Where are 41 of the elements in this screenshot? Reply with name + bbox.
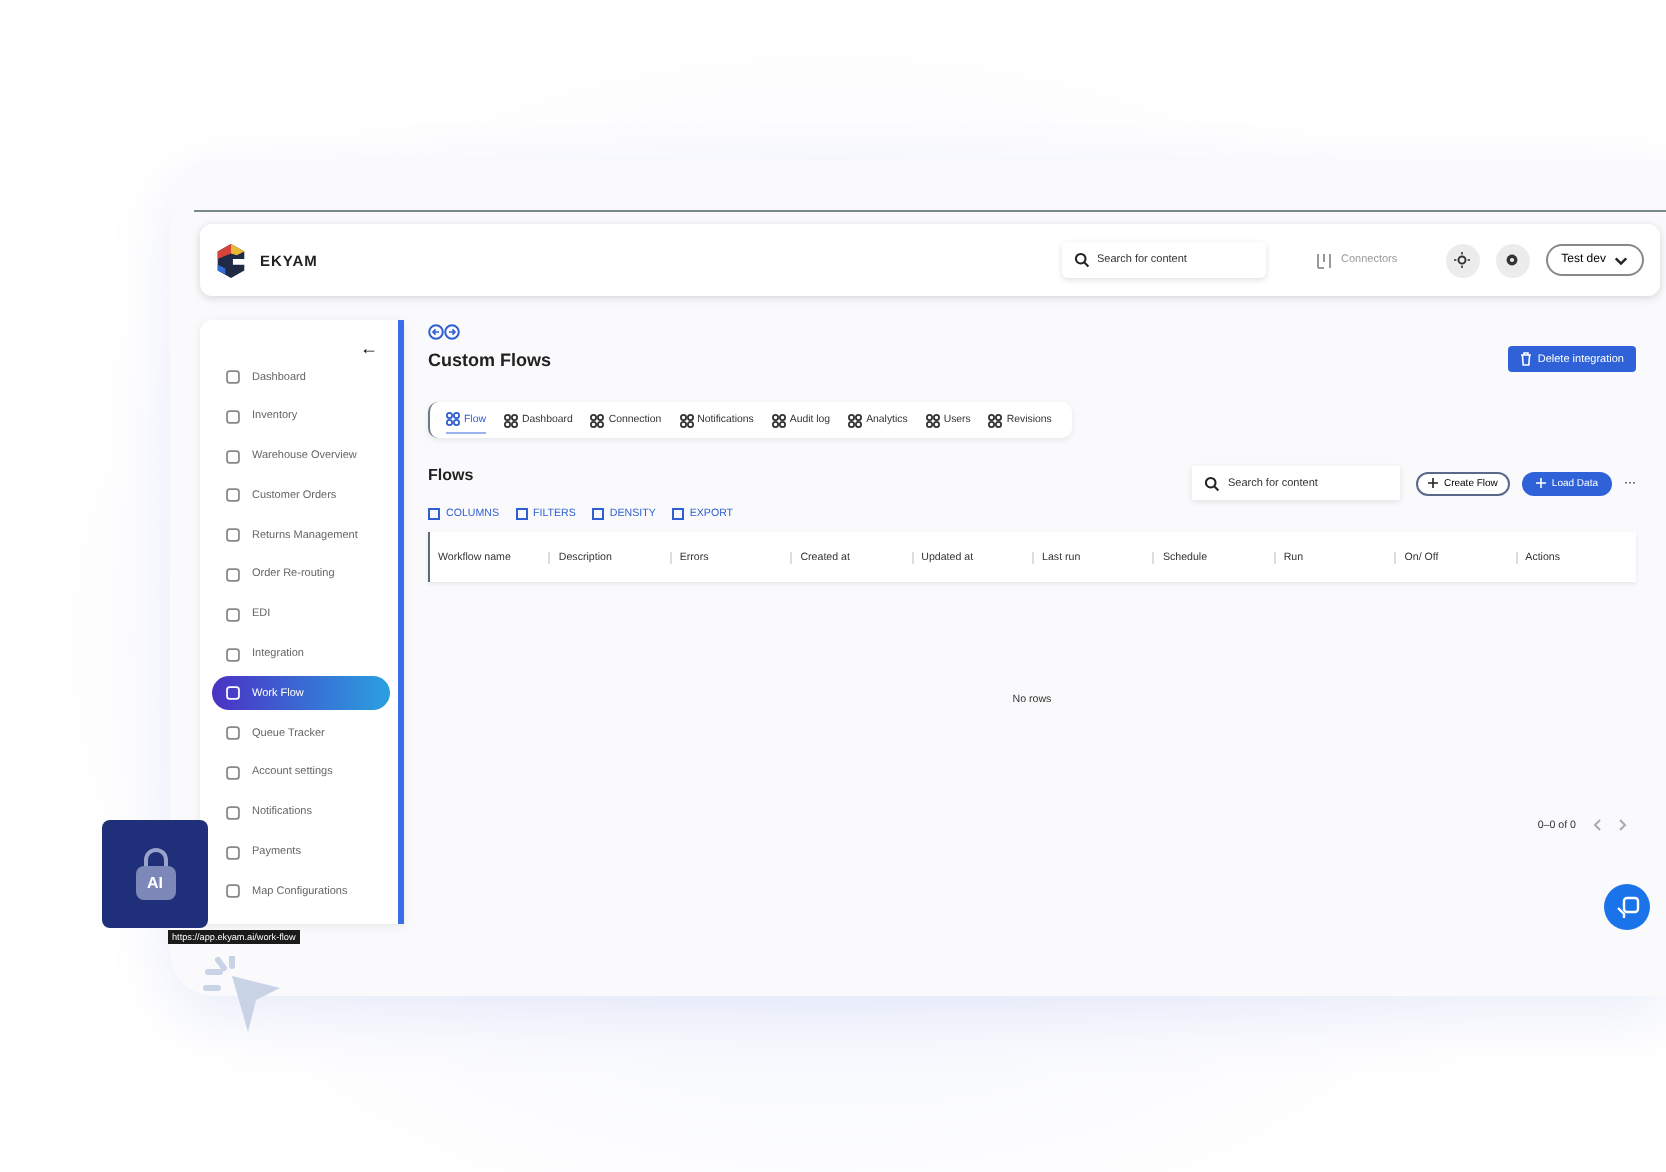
tab-icon [503, 413, 518, 427]
square-icon [226, 845, 240, 860]
tab-icon [590, 413, 605, 427]
tab-icon [771, 413, 786, 427]
toolbar-icon [671, 508, 684, 520]
toolbar-icon [428, 508, 440, 520]
tab-icon [988, 413, 1003, 427]
square-icon [226, 449, 240, 464]
square-icon [226, 607, 240, 622]
search-icon [1203, 475, 1220, 491]
back-forward-icon[interactable] [428, 324, 460, 340]
tab-icon [446, 412, 460, 426]
plus-icon [1427, 478, 1438, 488]
search-icon [1073, 252, 1089, 268]
section-title: Flows [428, 466, 474, 484]
square-icon [226, 488, 240, 503]
square-icon [226, 686, 240, 701]
square-icon [226, 765, 240, 780]
square-icon [226, 884, 240, 899]
toolbar-icon [515, 508, 527, 520]
sun-icon [1454, 252, 1471, 268]
tab-icon [925, 413, 940, 427]
tab-icon [848, 413, 863, 427]
square-icon [226, 805, 240, 820]
square-icon [226, 409, 240, 424]
chevron-down-icon [1614, 255, 1628, 265]
collapse-button[interactable]: ← [360, 336, 390, 360]
trash-icon [1519, 352, 1532, 366]
tab-icon [679, 413, 694, 427]
page-title: Custom Flows [428, 349, 552, 369]
square-icon [226, 528, 240, 543]
plus-icon [1535, 478, 1546, 488]
square-icon [226, 726, 240, 741]
settings-button[interactable] [1495, 243, 1530, 277]
square-icon [226, 647, 240, 662]
logo-icon [212, 241, 250, 279]
toolbar-icon [591, 508, 604, 520]
square-icon [226, 370, 240, 384]
theme-button[interactable] [1445, 243, 1480, 277]
ai-badge[interactable]: AI [102, 820, 208, 928]
square-icon [226, 567, 240, 582]
